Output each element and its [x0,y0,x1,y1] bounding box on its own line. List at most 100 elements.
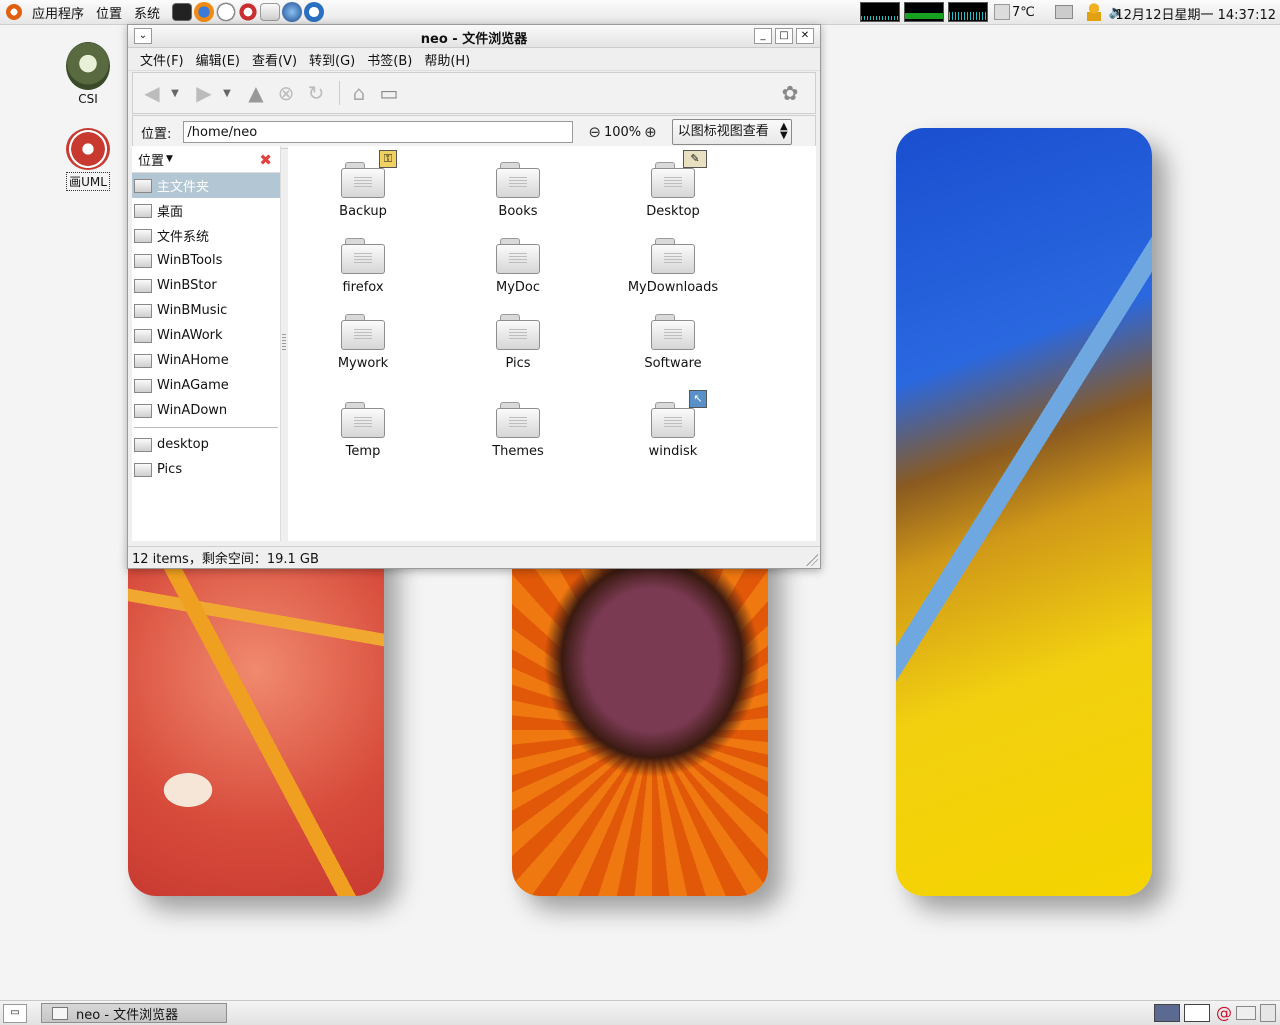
sidebar-item-winbmusic[interactable]: WinBMusic [132,298,280,323]
folder-item-desktop[interactable]: ✎ Desktop [613,150,733,219]
places-menu[interactable]: 位置 [90,3,128,22]
pane-resize-handle[interactable] [282,334,286,352]
back-icon[interactable]: ◀ [139,80,165,106]
folder-item-firefox[interactable]: firefox [303,236,423,295]
folder-item-mydoc[interactable]: MyDoc [458,236,578,295]
content-area: 位置 ▼ ✖ 主文件夹 桌面 文件系统 WinBTools WinBStor W… [132,146,816,541]
printer-icon[interactable] [1054,5,1073,19]
system-menu[interactable]: 系统 [128,3,166,22]
debian-swirl-icon[interactable]: @ [1216,1003,1232,1022]
menu-help[interactable]: 帮助(H) [418,50,476,69]
network-launcher-icon[interactable] [304,2,325,22]
desktop-icon-uml[interactable]: 画UML [58,128,118,191]
leaf-photo [896,128,1152,896]
applications-menu[interactable]: 应用程序 [26,3,90,22]
drive-icon [134,278,152,293]
statusbar: 12 items，剩余空间：19.1 GB [128,546,820,568]
stop-icon[interactable]: ⊗ [273,80,299,106]
note-emblem-icon: ✎ [683,150,707,168]
folder-item-mywork[interactable]: Mywork [303,312,423,371]
trash-icon[interactable] [1260,1003,1276,1022]
forward-history-chevron-down-icon[interactable]: ▼ [221,80,233,106]
back-history-chevron-down-icon[interactable]: ▼ [169,80,181,106]
status-text: 12 items，剩余空间：19.1 GB [132,552,319,567]
sidebar-item-label: 文件系统 [157,230,210,245]
cpu-monitor-graph[interactable] [860,2,900,22]
minimize-button[interactable]: _ [754,28,772,44]
view-mode-select[interactable]: 以图标视图查看 ▲ ▼ [671,119,792,145]
workspace-2[interactable] [1184,1003,1210,1022]
sidebar-close-icon[interactable]: ✖ [259,151,272,169]
menu-edit[interactable]: 编辑(E) [190,50,246,69]
folder-item-pics[interactable]: Pics [458,312,578,371]
folder-icon [134,462,152,477]
ubuntu-logo-icon[interactable] [6,4,22,20]
clock-launcher-icon[interactable] [216,2,237,22]
folder-item-books[interactable]: Books [458,160,578,219]
sidebar-bookmark-desktop[interactable]: desktop [132,432,280,457]
sidebar-item-winbstor[interactable]: WinBStor [132,273,280,298]
window-titlebar[interactable]: ⌄ neo - 文件浏览器 _ □ ✕ [128,25,820,48]
firefox-launcher-icon[interactable] [194,2,215,22]
sidebar-bookmark-pics[interactable]: Pics [132,457,280,482]
sidebar-item-winbtools[interactable]: WinBTools [132,248,280,273]
sidebar-item-label: WinBMusic [157,303,228,318]
location-bar: 位置: /home/neo ⊖ 100% ⊕ 以图标视图查看 ▲ ▼ [132,115,816,149]
sidebar-item-winadown[interactable]: WinADown [132,398,280,423]
terminal-launcher-icon[interactable] [172,3,193,21]
network-tray-icon[interactable] [1236,1005,1256,1020]
folder-icon [341,236,385,276]
folder-item-temp[interactable]: Temp [303,400,423,459]
file-manager-launcher-icon[interactable] [260,3,281,21]
up-icon[interactable]: ▲ [243,80,269,106]
folder-item-themes[interactable]: Themes [458,400,578,459]
globe-launcher-icon[interactable] [282,2,303,22]
sidebar-item-winawork[interactable]: WinAWork [132,323,280,348]
forward-icon[interactable]: ▶ [191,80,217,106]
home-icon[interactable]: ⌂ [346,80,372,106]
game-launcher-icon[interactable] [238,2,259,22]
sidebar-item-filesystem[interactable]: 文件系统 [132,223,280,248]
location-input[interactable]: /home/neo [183,121,574,143]
zoom-level[interactable]: 100% [604,125,641,140]
folder-item-backup[interactable]: ⚿ Backup [303,150,423,219]
folder-icon [651,236,695,276]
sidebar-header[interactable]: 位置 ▼ ✖ [132,146,280,173]
sidebar-item-label: WinADown [157,403,228,418]
workspace-1[interactable] [1154,1003,1180,1022]
file-label: firefox [342,280,384,295]
bottom-panel: ▭ neo - 文件浏览器 @ [0,1000,1280,1025]
menu-view[interactable]: 查看(V) [246,50,303,69]
network-monitor-graph[interactable] [948,2,988,22]
sidebar-item-winahome[interactable]: WinAHome [132,348,280,373]
window-resize-grip[interactable] [806,554,818,566]
folder-item-mydownloads[interactable]: MyDownloads [613,236,733,295]
sidebar-item-desktop[interactable]: 桌面 [132,198,280,223]
biohazard-icon [66,128,110,170]
menu-go[interactable]: 转到(G) [303,50,361,69]
close-button[interactable]: ✕ [796,28,814,44]
folder-item-windisk[interactable]: ↖ windisk [613,390,733,459]
file-manager-icon [52,1006,68,1020]
computer-icon[interactable]: ▭ [376,80,402,106]
sidebar-item-home[interactable]: 主文件夹 [132,173,280,198]
user-icon[interactable] [1086,3,1101,21]
maximize-button[interactable]: □ [775,28,793,44]
desktop-icon-csi[interactable]: CSI [58,42,118,106]
sidebar-item-label: Pics [157,462,183,477]
show-desktop-icon[interactable]: ▭ [3,1004,27,1023]
folder-icon [496,160,540,200]
memory-monitor-graph[interactable] [904,2,944,22]
clock[interactable]: 12月12日星期一 14:37:12 [1115,4,1276,23]
folder-icon [496,312,540,352]
zoom-in-icon[interactable]: ⊕ [644,123,657,141]
menu-bookmarks[interactable]: 书签(B) [361,50,418,69]
taskbar-window-button[interactable]: neo - 文件浏览器 [41,1003,227,1023]
menu-file[interactable]: 文件(F) [134,50,190,69]
sidebar-item-winagame[interactable]: WinAGame [132,373,280,398]
weather-applet[interactable]: 7℃ [994,4,1035,20]
select-arrows-icon: ▲ ▼ [780,121,788,141]
reload-icon[interactable]: ↻ [303,80,329,106]
folder-item-software[interactable]: Software [613,312,733,371]
zoom-out-icon[interactable]: ⊖ [588,123,601,141]
